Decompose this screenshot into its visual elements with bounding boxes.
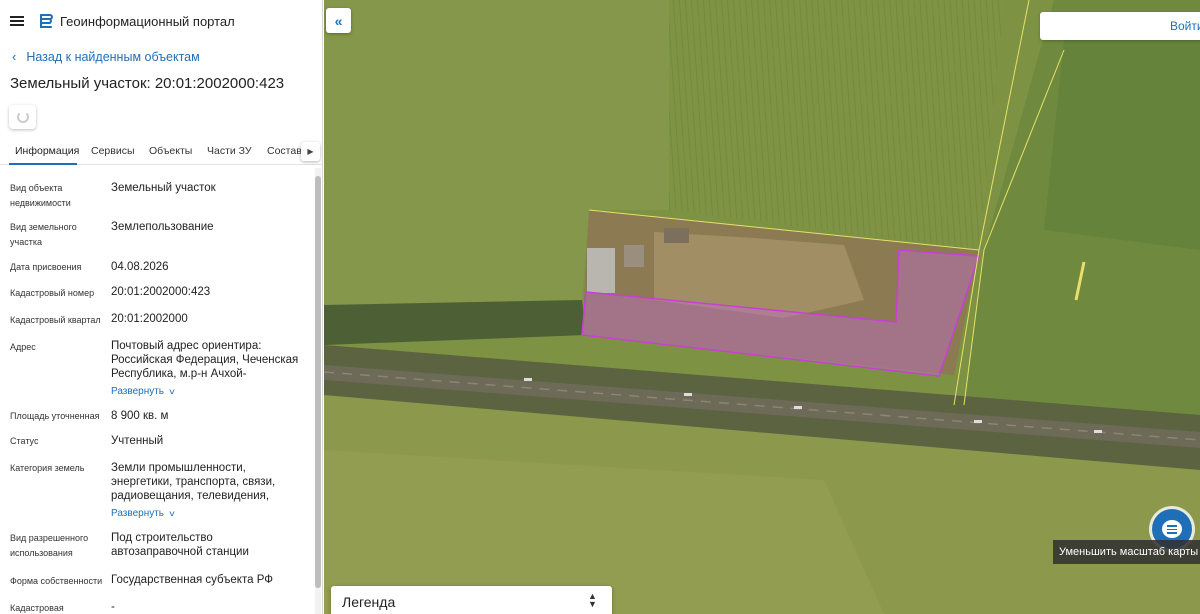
- tab-bar: Информация Сервисы Объекты Части ЗУ Сост…: [0, 139, 322, 165]
- chat-bubble-icon: [1162, 520, 1182, 538]
- login-button[interactable]: Войти: [1170, 19, 1200, 33]
- label-ownership: Форма собственности: [10, 576, 103, 586]
- expand-land-category-link[interactable]: Развернуть v: [111, 508, 175, 519]
- loading-thumbnail: [9, 105, 36, 129]
- spinner-icon: [16, 111, 29, 123]
- tab-composition[interactable]: Состав: [267, 145, 302, 157]
- panel-header: Геоинформационный портал: [0, 0, 322, 42]
- value-cadastral-number: 20:01:2002000:423: [111, 286, 211, 298]
- tab-services[interactable]: Сервисы: [91, 145, 135, 157]
- zoom-out-tooltip: Уменьшить масштаб карты: [1053, 540, 1200, 564]
- map-imagery: [324, 0, 1200, 614]
- value-land-category: Земли промышленности, энергетики, трансп…: [111, 462, 276, 502]
- value-status: Учтенный: [111, 435, 164, 447]
- value-ownership: Государственная субъекта РФ: [111, 574, 273, 586]
- value-assigned-date: 04.08.2026: [111, 261, 169, 273]
- collapse-panel-button[interactable]: «: [326, 8, 351, 33]
- label-area: Площадь уточненная: [10, 411, 100, 421]
- label-permitted-use: Вид разрешенного использования: [10, 533, 89, 558]
- value-cadastral-cost: -: [111, 601, 115, 613]
- value-cadastral-quarter: 20:01:2002000: [111, 313, 188, 325]
- active-tab-indicator: [9, 163, 77, 165]
- expand-label: Развернуть: [111, 386, 165, 397]
- tab-objects[interactable]: Объекты: [149, 145, 192, 157]
- tab-information[interactable]: Информация: [15, 145, 79, 157]
- label-cadastral-number: Кадастровый номер: [10, 288, 95, 298]
- back-to-results-link[interactable]: ‹ Назад к найденным объектам: [12, 49, 200, 64]
- sort-arrows-icon: ▲ ▼: [588, 591, 597, 609]
- portal-title: Геоинформационный портал: [60, 13, 235, 29]
- label-land-category: Категория земель: [10, 463, 85, 473]
- label-cadastral-cost: Кадастровая: [10, 603, 64, 613]
- info-panel: Геоинформационный портал ‹ Назад к найде…: [0, 0, 323, 614]
- scrollbar-thumb[interactable]: [315, 176, 321, 588]
- value-parcel-type: Землепользование: [111, 221, 214, 233]
- portal-logo-icon: [40, 14, 53, 28]
- value-area: 8 900 кв. м: [111, 410, 169, 422]
- legend-label: Легенда: [342, 594, 396, 610]
- expand-label: Развернуть: [111, 508, 165, 519]
- label-status: Статус: [10, 436, 39, 446]
- chevron-down-icon: v: [169, 509, 175, 518]
- value-address: Почтовый адрес ориентира: Российская Фед…: [111, 340, 299, 380]
- expand-address-link[interactable]: Развернуть v: [111, 386, 175, 397]
- chevron-down-icon: v: [169, 387, 175, 396]
- tabs-scroll-right-icon[interactable]: ▶: [301, 142, 320, 161]
- chevron-left-icon: ‹: [12, 49, 17, 64]
- label-assigned-date: Дата присвоения: [10, 262, 82, 272]
- label-address: Адрес: [10, 342, 36, 352]
- value-object-type: Земельный участок: [111, 182, 216, 194]
- page-title: Земельный участок: 20:01:2002000:423: [10, 75, 285, 92]
- value-permitted-use: Под строительство автозаправочной станци…: [111, 532, 249, 558]
- tab-parcel-parts[interactable]: Части ЗУ: [207, 145, 252, 157]
- label-cadastral-quarter: Кадастровый квартал: [10, 315, 101, 325]
- back-link-label: Назад к найденным объектам: [26, 49, 200, 64]
- label-parcel-type: Вид земельного участка: [10, 222, 77, 247]
- label-object-type: Вид объекта недвижимости: [10, 183, 71, 208]
- menu-icon[interactable]: [10, 16, 24, 26]
- satellite-map[interactable]: [324, 0, 1200, 614]
